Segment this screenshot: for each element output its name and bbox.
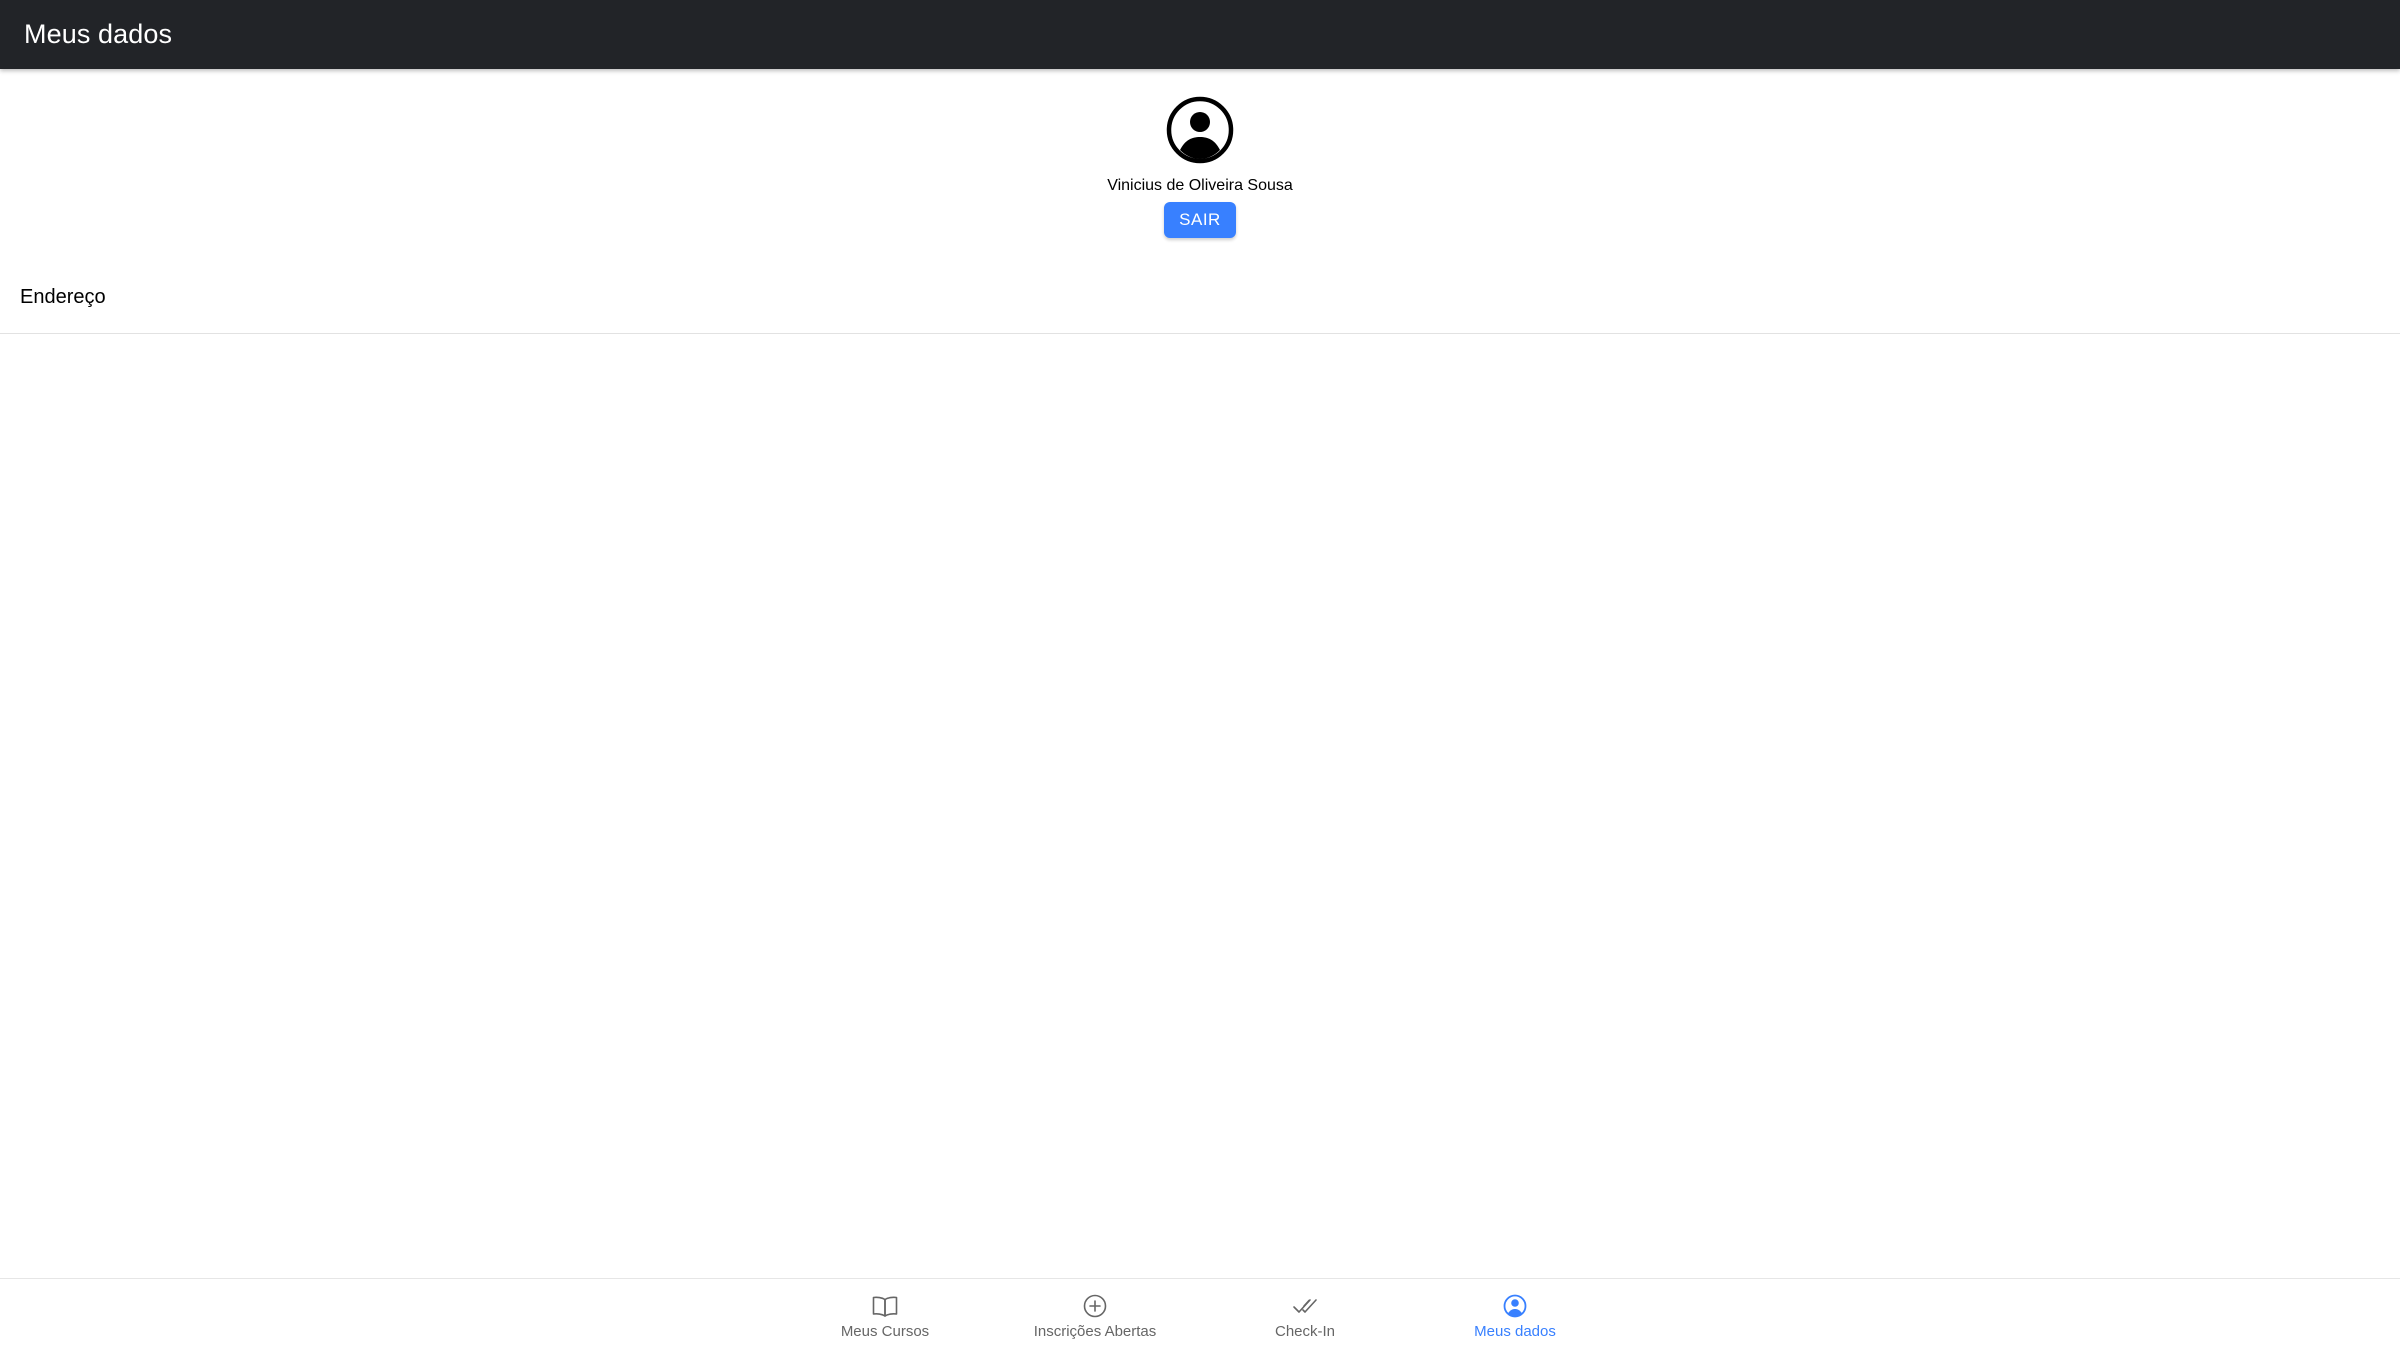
top-toolbar: Meus dados — [0, 0, 2400, 69]
address-item[interactable]: Endereço — [0, 270, 2400, 334]
address-label: Endereço — [20, 286, 106, 308]
person-circle-icon — [1503, 1294, 1527, 1318]
tab-check-in[interactable]: Check-In — [1200, 1279, 1410, 1350]
tab-meus-dados[interactable]: Meus dados — [1410, 1279, 1620, 1350]
profile-section: Vinicius de Oliveira Sousa SAIR — [0, 69, 2400, 247]
logout-button[interactable]: SAIR — [1164, 202, 1236, 238]
tab-label: Meus dados — [1474, 1323, 1556, 1340]
tab-label: Inscrições Abertas — [1033, 1323, 1157, 1340]
page-title: Meus dados — [24, 19, 173, 49]
app-root: Meus dados Vinicius de Oliveira Sousa SA… — [0, 0, 2400, 1350]
tab-label: Check-In — [1274, 1323, 1336, 1340]
bottom-tab-bar: Meus Cursos Inscrições Abertas Check-In — [0, 1278, 2400, 1350]
book-icon — [872, 1296, 898, 1317]
checkmark-done-icon — [1293, 1299, 1317, 1313]
tab-meus-cursos[interactable]: Meus Cursos — [780, 1279, 990, 1350]
tab-inscricoes-abertas[interactable]: Inscrições Abertas — [990, 1279, 1200, 1350]
user-name: Vinicius de Oliveira Sousa — [1107, 177, 1293, 194]
person-circle-icon — [1166, 96, 1234, 164]
add-circle-icon — [1083, 1294, 1107, 1318]
tab-label: Meus Cursos — [840, 1323, 930, 1340]
